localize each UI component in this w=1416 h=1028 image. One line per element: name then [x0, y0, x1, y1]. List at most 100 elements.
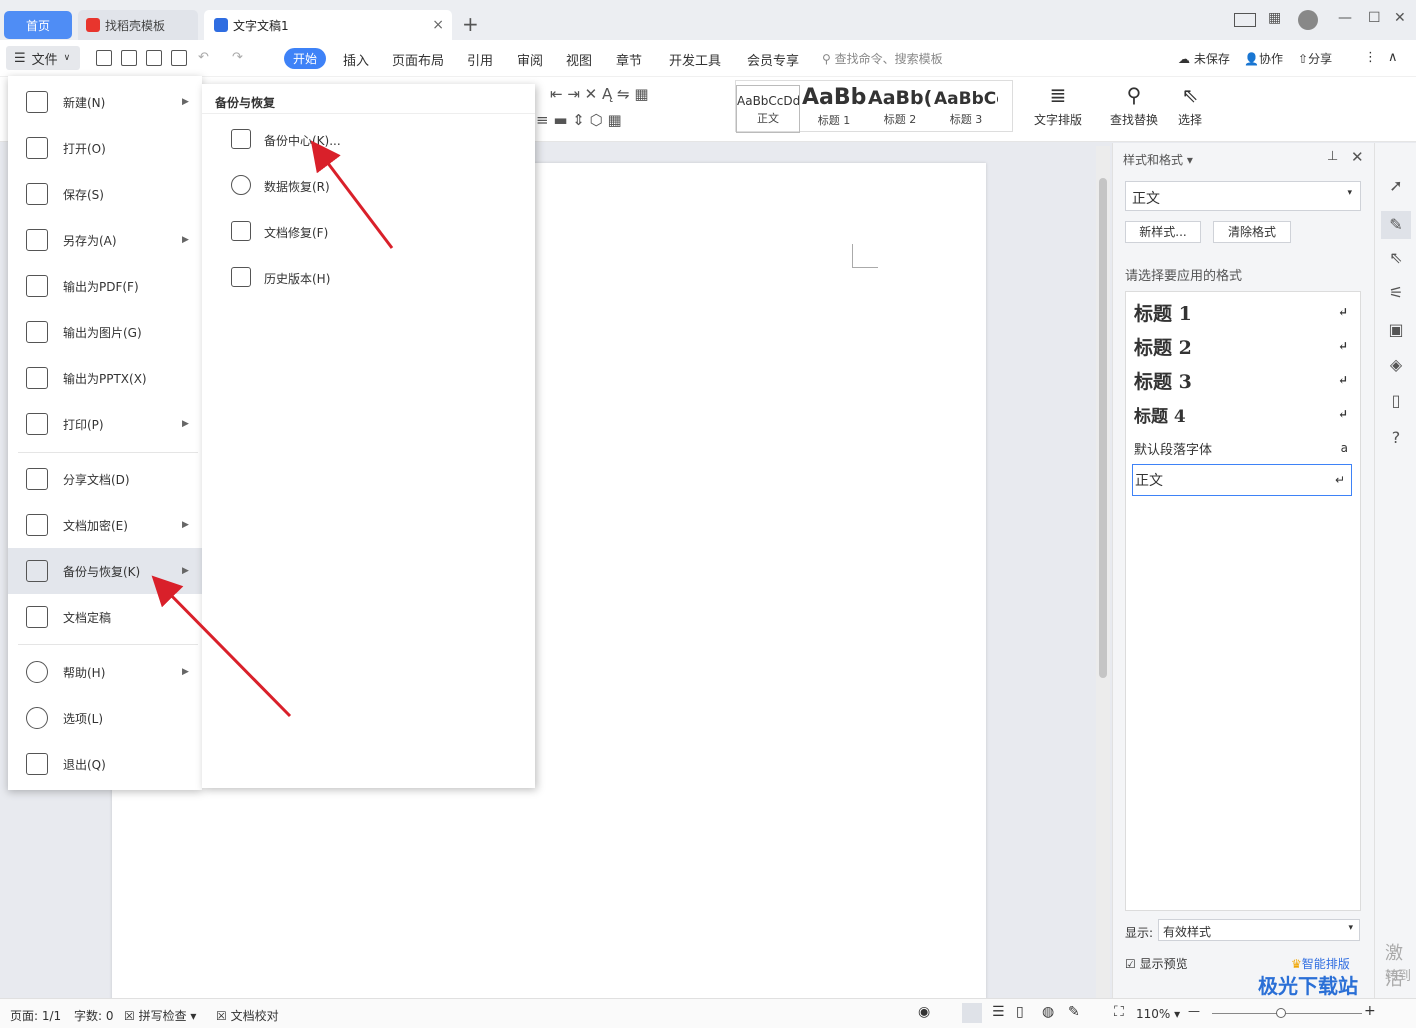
doc-proof[interactable]: ☒ 文档校对: [216, 1007, 279, 1024]
book-icon[interactable]: ▯: [1387, 392, 1405, 410]
web-view-icon[interactable]: ◍: [1042, 1004, 1054, 1020]
redo-icon[interactable]: ↷: [232, 50, 243, 65]
rocket-icon[interactable]: ➚: [1387, 177, 1405, 195]
scroll-thumb[interactable]: [1099, 178, 1107, 678]
file-menu-save-as[interactable]: 另存为(A) ▶: [8, 220, 202, 260]
file-menu-encrypt[interactable]: 文档加密(E) ▶: [8, 505, 202, 545]
undo-icon[interactable]: ↶: [198, 50, 209, 65]
submenu-history[interactable]: 历史版本(H): [202, 258, 535, 294]
fit-icon[interactable]: ⛶: [1114, 1004, 1124, 1020]
file-menu-options[interactable]: 选项(L): [8, 698, 202, 738]
grid-icon[interactable]: ▦: [1268, 10, 1281, 26]
close-icon[interactable]: ✕: [1351, 148, 1364, 166]
print-icon[interactable]: [146, 50, 162, 66]
help-icon[interactable]: ?: [1387, 429, 1405, 447]
panel-title[interactable]: 样式和格式 ▾: [1123, 151, 1193, 168]
style-heading1[interactable]: AaBb 标题 1: [802, 85, 866, 135]
style-heading3[interactable]: AaBbCc 标题 3: [934, 85, 998, 135]
close-tab-icon[interactable]: ×: [432, 17, 444, 33]
show-filter-select[interactable]: 有效样式 ▾: [1158, 919, 1360, 941]
menu-insert[interactable]: 插入: [343, 50, 369, 69]
pen-icon[interactable]: ✎: [1381, 211, 1411, 239]
style-item-default-font[interactable]: 默认段落字体 a: [1132, 432, 1354, 464]
vertical-scrollbar[interactable]: [1096, 146, 1110, 998]
menu-layout[interactable]: 页面布局: [392, 50, 444, 69]
style-item-h3[interactable]: 标题 3 ↵: [1132, 364, 1354, 396]
page-count[interactable]: 页面: 1/1: [10, 1007, 61, 1024]
search-field[interactable]: ⚲ 查找命令、搜索模板: [822, 50, 943, 67]
save-icon[interactable]: [96, 50, 112, 66]
file-menu-button[interactable]: ☰ 文件 ∨: [6, 46, 80, 70]
close-window-icon[interactable]: ✕: [1394, 10, 1406, 26]
file-menu-finalize[interactable]: 文档定稿: [8, 597, 202, 637]
menu-reference[interactable]: 引用: [467, 50, 493, 69]
file-menu-print[interactable]: 打印(P) ▶: [8, 404, 202, 444]
menu-start[interactable]: 开始: [284, 48, 327, 69]
sliders-icon[interactable]: ⚟: [1387, 284, 1405, 302]
zoom-out-icon[interactable]: —: [1188, 1004, 1200, 1018]
file-menu-help[interactable]: 帮助(H) ▶: [8, 652, 202, 692]
file-menu-save[interactable]: 保存(S): [8, 174, 202, 214]
zoom-in-icon[interactable]: +: [1364, 1003, 1376, 1019]
file-menu-backup[interactable]: 备份与恢复(K) ▶: [8, 548, 202, 594]
unsaved-button[interactable]: ☁ 未保存: [1178, 50, 1230, 67]
menu-view[interactable]: 视图: [566, 50, 592, 69]
preview-checkbox[interactable]: ☑ 显示预览: [1125, 955, 1188, 972]
file-menu-export-pdf[interactable]: 输出为PDF(F): [8, 266, 202, 306]
cursor-icon[interactable]: ⇖: [1387, 249, 1405, 267]
tab-template[interactable]: 找稻壳模板: [78, 10, 198, 40]
zoom-slider-thumb[interactable]: [1276, 1008, 1286, 1018]
read-view-icon[interactable]: ▯: [1016, 1004, 1024, 1020]
paragraph-tools[interactable]: ⇤ ⇥ ✕ Ą ⇋ ▦ ≡ ▬ ⇕ ⬡ ▦: [536, 83, 716, 133]
compass-icon[interactable]: ◈: [1387, 356, 1405, 374]
eye-icon[interactable]: ◉: [918, 1004, 930, 1020]
menu-developer[interactable]: 开发工具: [669, 50, 721, 69]
new-style-button[interactable]: 新样式...: [1125, 221, 1201, 243]
more-icon[interactable]: ⋮: [1364, 50, 1377, 65]
collab-button[interactable]: 👤协作: [1244, 50, 1283, 67]
menu-review[interactable]: 审阅: [517, 50, 543, 69]
file-menu-export-image[interactable]: 输出为图片(G): [8, 312, 202, 352]
tab-document[interactable]: 文字文稿1 ×: [204, 10, 452, 40]
style-item-h4[interactable]: 标题 4 ↵: [1132, 398, 1354, 430]
new-tab-button[interactable]: +: [462, 12, 479, 36]
layout-icon[interactable]: [1234, 13, 1256, 27]
pin-icon[interactable]: ⊥: [1327, 149, 1338, 164]
style-heading2[interactable]: AaBb(标题 2: [868, 85, 932, 135]
style-item-h1[interactable]: 标题 1 ↵: [1132, 296, 1354, 328]
style-item-normal[interactable]: 正文 ↵: [1132, 464, 1352, 496]
share-button[interactable]: ⇧分享: [1298, 50, 1332, 67]
current-style-select[interactable]: 正文 ▾: [1125, 181, 1361, 211]
clear-format-button[interactable]: 清除格式: [1213, 221, 1291, 243]
minimize-icon[interactable]: —: [1338, 10, 1352, 26]
word-count[interactable]: 字数: 0: [74, 1007, 114, 1024]
text-layout-button[interactable]: ≣ 文字排版: [1028, 83, 1088, 128]
page-view-icon[interactable]: [962, 1003, 982, 1023]
submenu-backup-center[interactable]: 备份中心(K)...: [202, 120, 535, 156]
file-menu-share[interactable]: 分享文档(D): [8, 459, 202, 499]
maximize-icon[interactable]: ☐: [1368, 10, 1381, 26]
outline-view-icon[interactable]: ☰: [992, 1004, 1005, 1020]
style-item-h2[interactable]: 标题 2 ↵: [1132, 330, 1354, 362]
edit-view-icon[interactable]: ✎: [1068, 1004, 1080, 1020]
zoom-level[interactable]: 110% ▾: [1136, 1007, 1180, 1021]
submenu-doc-repair[interactable]: 文档修复(F): [202, 212, 535, 248]
file-menu-export-pptx[interactable]: 输出为PPTX(X): [8, 358, 202, 398]
menu-chapter[interactable]: 章节: [616, 50, 642, 69]
zoom-slider[interactable]: [1212, 1013, 1362, 1014]
image-edit-icon[interactable]: ▣: [1387, 321, 1405, 339]
file-menu-open[interactable]: 打开(O): [8, 128, 202, 168]
file-menu-new[interactable]: 新建(N) ▶: [8, 82, 202, 122]
submenu-data-recovery[interactable]: 数据恢复(R): [202, 166, 535, 202]
tab-home[interactable]: 首页: [4, 11, 72, 39]
export-icon[interactable]: [121, 50, 137, 66]
spell-check[interactable]: ☒ 拼写检查 ▾: [124, 1007, 196, 1024]
find-replace-button[interactable]: ⚲ 查找替换: [1104, 83, 1164, 128]
preview-icon[interactable]: [171, 50, 187, 66]
collapse-ribbon-icon[interactable]: ∧: [1388, 50, 1398, 65]
avatar[interactable]: [1298, 10, 1318, 30]
select-button[interactable]: ⇖ 选择: [1170, 83, 1210, 128]
menu-member[interactable]: 会员专享: [747, 50, 799, 69]
style-normal[interactable]: AaBbCcDd 正文: [736, 85, 800, 133]
file-menu-exit[interactable]: 退出(Q): [8, 744, 202, 784]
